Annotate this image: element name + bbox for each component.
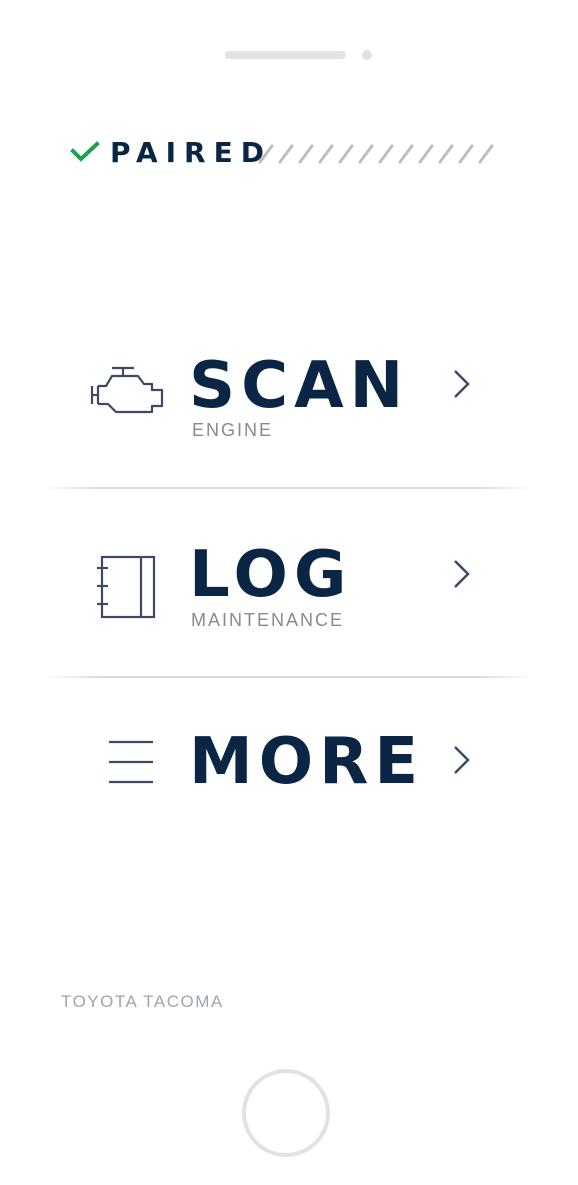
menu-title-log: LOG <box>189 538 353 612</box>
menu-item-scan[interactable]: SCAN ENGINE <box>44 350 534 450</box>
vehicle-name: TOYOTA TACOMA <box>61 992 224 1011</box>
divider <box>44 487 534 489</box>
menu-title-more: MORE <box>189 725 425 799</box>
menu-item-more[interactable]: MORE <box>44 720 534 810</box>
menu-lines-icon <box>109 740 153 784</box>
divider <box>44 676 534 678</box>
check-icon <box>70 141 100 162</box>
menu-title-scan: SCAN <box>189 349 410 423</box>
menu-subtitle-engine: ENGINE <box>192 420 274 440</box>
speaker-grille <box>225 51 346 59</box>
engine-icon <box>90 366 164 414</box>
home-button[interactable] <box>242 1069 330 1157</box>
menu-item-log[interactable]: LOG MAINTENANCE <box>44 540 534 640</box>
chevron-right-icon <box>454 370 470 398</box>
hatch-pattern <box>258 144 494 164</box>
front-camera <box>362 50 372 60</box>
menu-subtitle-maintenance: MAINTENANCE <box>191 610 345 630</box>
chevron-right-icon <box>454 746 470 774</box>
logbook-icon <box>97 555 156 619</box>
pairing-status: PAIRED <box>70 136 510 170</box>
status-label: PAIRED <box>110 136 272 169</box>
chevron-right-icon <box>454 560 470 588</box>
